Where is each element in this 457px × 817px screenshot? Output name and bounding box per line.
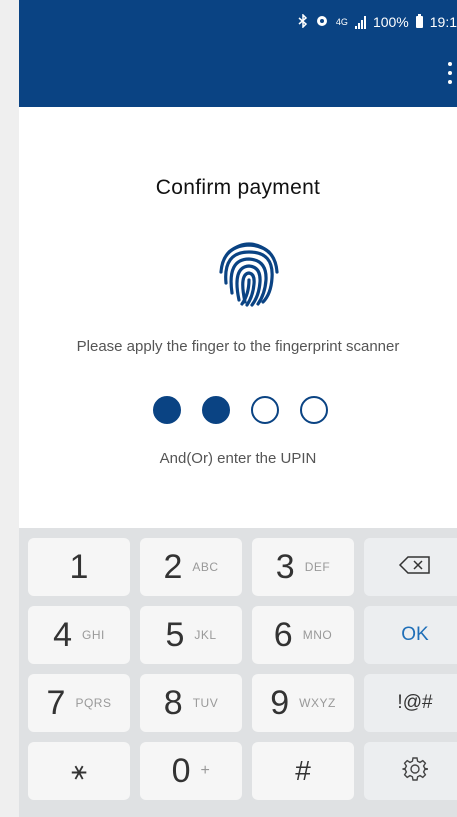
key-5[interactable]: 5 JKL — [140, 606, 242, 664]
network-type-label: 4G — [335, 17, 348, 27]
key-hash[interactable]: # — [252, 742, 354, 800]
upin-hint: And(Or) enter the UPIN — [159, 450, 317, 467]
key-8[interactable]: 8 TUV — [140, 674, 242, 732]
fingerprint-hint: Please apply the finger to the fingerpri… — [76, 338, 400, 355]
symbols-key[interactable]: !@# — [364, 674, 457, 732]
key-4[interactable]: 4 GHI — [28, 606, 130, 664]
backspace-key[interactable] — [364, 538, 457, 596]
key-0[interactable]: 0 + — [140, 742, 242, 800]
bluetooth-icon — [298, 12, 308, 31]
backspace-icon — [398, 555, 432, 580]
key-star[interactable]: ⚹ — [28, 742, 130, 800]
battery-percent: 100% — [372, 14, 409, 30]
ok-key[interactable]: OK — [364, 606, 457, 664]
do-not-disturb-icon — [315, 14, 329, 31]
pin-dot-filled — [153, 396, 181, 424]
key-9[interactable]: 9 WXYZ — [252, 674, 354, 732]
key-3[interactable]: 3 DEF — [252, 538, 354, 596]
key-2[interactable]: 2 ABC — [140, 538, 242, 596]
pin-dot-empty — [251, 396, 279, 424]
numeric-keypad: 1 2 ABC 3 DEF 4 GHI 5 JKL 6 MNO OK 7 PQR… — [19, 528, 457, 817]
signal-strength-icon — [354, 15, 366, 29]
fingerprint-icon — [215, 238, 283, 308]
key-1[interactable]: 1 — [28, 538, 130, 596]
status-bar: 4G 100% 19:1 — [298, 10, 457, 34]
key-6[interactable]: 6 MNO — [252, 606, 354, 664]
phone-screen: 4G 100% 19:1 Confirm payment Please appl… — [19, 0, 457, 817]
clock: 19:1 — [429, 14, 457, 30]
app-bar: 4G 100% 19:1 — [19, 0, 457, 107]
pin-indicator — [153, 396, 328, 424]
overflow-menu-icon[interactable] — [445, 62, 455, 84]
keyboard-settings-key[interactable] — [364, 742, 457, 800]
battery-icon — [415, 14, 423, 28]
key-7[interactable]: 7 PQRS — [28, 674, 130, 732]
pin-dot-empty — [300, 396, 328, 424]
pin-dot-filled — [202, 396, 230, 424]
settings-gear-icon — [402, 756, 429, 787]
page-title: Confirm payment — [155, 176, 321, 199]
